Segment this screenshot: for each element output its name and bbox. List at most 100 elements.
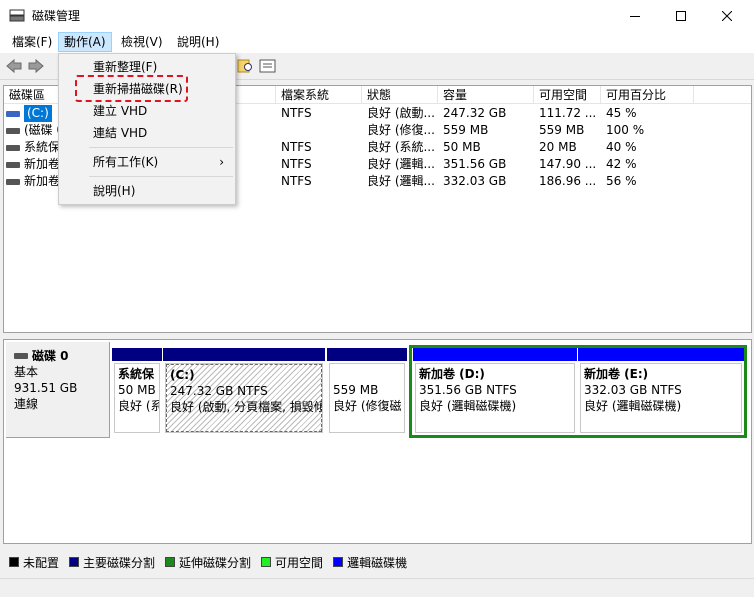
cell-free-space: 20 MB <box>539 140 577 154</box>
column-filesystem[interactable]: 檔案系統 <box>276 86 362 104</box>
primary-partition-bar <box>163 348 325 361</box>
menu-separator <box>89 147 233 148</box>
partition-size: 247.32 GB NTFS <box>170 384 268 398</box>
cell-free-percent: 100 % <box>606 123 645 137</box>
close-button[interactable] <box>704 0 750 31</box>
cell-capacity: 332.03 GB <box>443 174 507 188</box>
properties-icon[interactable] <box>259 58 277 74</box>
volume-name: (C:) <box>24 105 52 122</box>
legend-swatch <box>165 557 176 567</box>
help-topic-icon[interactable] <box>237 58 255 74</box>
disk-graph-view[interactable]: 磁碟 0 基本 931.51 GB 連線 系統保 50 MB 良好 (系 (C:… <box>3 339 752 544</box>
cell-free-percent: 45 % <box>606 106 637 120</box>
disk-type: 基本 <box>14 365 39 379</box>
menu-item-help[interactable]: 說明(H) <box>60 180 234 202</box>
volume-name: 新加卷 <box>24 174 61 188</box>
menu-help[interactable]: 說明(H) <box>172 32 224 52</box>
menu-item-attach-vhd[interactable]: 連結 VHD <box>60 122 234 144</box>
cell-status: 良好 (邏輯... <box>367 157 435 171</box>
legend: 未配置 主要磁碟分割 延伸磁碟分割 可用空間 邏輯磁碟機 <box>3 549 752 575</box>
partition-status: 良好 (修復磁 <box>333 399 402 413</box>
partition-title: 新加卷 (D:) <box>419 367 485 381</box>
cell-free-space: 559 MB <box>539 123 585 137</box>
cell-capacity: 247.32 GB <box>443 106 507 120</box>
partition-e[interactable]: 新加卷 (E:) 332.03 GB NTFS 良好 (邏輯磁碟機) <box>578 348 744 435</box>
minimize-icon <box>630 15 640 17</box>
title-bar: 磁碟管理 <box>0 0 754 31</box>
disk-management-icon <box>9 9 25 22</box>
disk-icon <box>14 353 28 359</box>
legend-primary-partition: 主要磁碟分割 <box>69 554 155 571</box>
column-capacity[interactable]: 容量 <box>438 86 534 104</box>
forward-arrow-icon[interactable] <box>27 58 45 74</box>
partition-recovery[interactable]: 559 MB 良好 (修復磁 <box>327 348 407 435</box>
column-status[interactable]: 狀態 <box>362 86 438 104</box>
cell-status: 良好 (系統... <box>367 140 435 154</box>
cell-free-percent: 42 % <box>606 157 637 171</box>
menu-bar: 檔案(F) 動作(A) 檢視(V) 說明(H) <box>0 31 754 53</box>
cell-filesystem: NTFS <box>281 106 312 120</box>
minimize-button[interactable] <box>612 0 658 31</box>
partition-title <box>333 366 401 382</box>
menu-item-all-tasks[interactable]: 所有工作(K) › <box>60 151 234 173</box>
disk-state: 連線 <box>14 397 39 411</box>
partition-title: 系統保 <box>118 367 155 381</box>
partition-title: (C:) <box>170 368 195 382</box>
legend-unallocated: 未配置 <box>9 554 59 571</box>
menu-view[interactable]: 檢視(V) <box>116 32 168 52</box>
partition-size: 332.03 GB NTFS <box>584 383 682 397</box>
window-title: 磁碟管理 <box>32 9 81 23</box>
cell-status: 良好 (修復... <box>367 123 435 137</box>
partition-title: 新加卷 (E:) <box>584 367 649 381</box>
maximize-icon <box>676 10 686 21</box>
volume-icon <box>6 126 20 135</box>
cell-capacity: 50 MB <box>443 140 481 154</box>
cell-free-percent: 40 % <box>606 140 637 154</box>
partition-status: 良好 (啟動, 分頁檔案, 損毀傾 <box>170 400 323 414</box>
cell-filesystem <box>276 122 362 139</box>
cell-free-percent: 56 % <box>606 174 637 188</box>
back-arrow-icon[interactable] <box>5 58 23 74</box>
partition-system-reserved[interactable]: 系統保 50 MB 良好 (系 <box>112 348 162 435</box>
cell-capacity: 559 MB <box>443 123 489 137</box>
partition-d[interactable]: 新加卷 (D:) 351.56 GB NTFS 良好 (邏輯磁碟機) <box>413 348 577 435</box>
cell-free-space: 147.90 ... <box>539 157 597 171</box>
column-free-percent[interactable]: 可用百分比 <box>601 86 694 104</box>
logical-drive-bar <box>413 348 577 361</box>
menu-file[interactable]: 檔案(F) <box>7 32 57 52</box>
disk-0-label[interactable]: 磁碟 0 基本 931.51 GB 連線 <box>6 342 110 438</box>
cell-filesystem: NTFS <box>281 140 312 154</box>
volume-icon <box>6 177 20 186</box>
close-icon <box>722 10 732 21</box>
volume-icon <box>6 143 20 152</box>
legend-swatch <box>9 557 19 567</box>
volume-name: 系統保 <box>24 140 61 154</box>
volume-icon <box>6 109 20 118</box>
submenu-arrow-icon: › <box>219 155 224 169</box>
legend-extended-partition: 延伸磁碟分割 <box>165 554 251 571</box>
column-free-space[interactable]: 可用空間 <box>534 86 601 104</box>
menu-action[interactable]: 動作(A) <box>58 32 112 52</box>
cell-status: 良好 (邏輯... <box>367 174 435 188</box>
cell-status: 良好 (啟動... <box>367 106 435 120</box>
volume-icon <box>6 160 20 169</box>
maximize-button[interactable] <box>658 0 704 31</box>
partition-c[interactable]: (C:) 247.32 GB NTFS 良好 (啟動, 分頁檔案, 損毀傾 <box>163 348 325 435</box>
partition-status: 良好 (邏輯磁碟機) <box>419 399 517 413</box>
volume-name: 新加卷 <box>24 157 61 171</box>
partition-size: 559 MB <box>333 383 379 397</box>
cell-filesystem: NTFS <box>281 157 312 171</box>
disk-size: 931.51 GB <box>14 381 78 395</box>
menu-item-all-tasks-label: 所有工作(K) <box>93 155 159 169</box>
partition-status: 良好 (系 <box>118 399 160 413</box>
rescan-highlight-annotation <box>75 75 188 102</box>
menu-item-create-vhd[interactable]: 建立 VHD <box>60 100 234 122</box>
menu-separator <box>89 176 233 177</box>
legend-free-space: 可用空間 <box>261 554 323 571</box>
legend-swatch <box>261 557 272 567</box>
primary-partition-bar <box>112 348 162 361</box>
partition-size: 50 MB <box>118 383 156 397</box>
cell-free-space: 186.96 ... <box>539 174 597 188</box>
partition-status: 良好 (邏輯磁碟機) <box>584 399 682 413</box>
cell-capacity: 351.56 GB <box>443 157 507 171</box>
